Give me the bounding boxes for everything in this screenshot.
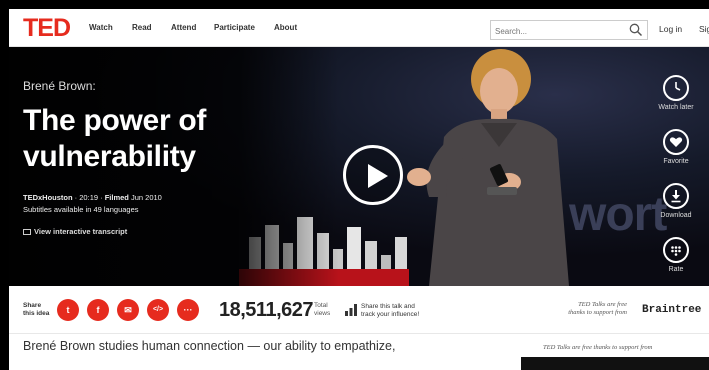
sponsor-box-dark-bar bbox=[521, 357, 709, 370]
search-input[interactable] bbox=[491, 22, 621, 41]
watch-later-button[interactable]: Watch later bbox=[649, 75, 703, 111]
event-name[interactable]: TEDxHouston bbox=[23, 193, 73, 202]
ted-logo[interactable]: TED bbox=[23, 16, 71, 41]
share-label-line2: this idea bbox=[23, 309, 50, 317]
more-share-button[interactable]: ··· bbox=[177, 299, 199, 321]
play-icon bbox=[368, 164, 388, 188]
views-label: Total views bbox=[314, 302, 330, 317]
nav-about[interactable]: About bbox=[274, 23, 297, 32]
transcript-icon bbox=[23, 229, 31, 235]
clock-icon bbox=[663, 75, 689, 101]
email-icon: ✉ bbox=[124, 305, 132, 315]
bar-chart-icon[interactable] bbox=[345, 304, 357, 316]
facebook-icon: f bbox=[96, 305, 100, 315]
search-box bbox=[490, 20, 648, 41]
share-label-line1: Share bbox=[23, 302, 42, 309]
top-nav: TED Watch Read Attend Participate About … bbox=[9, 9, 709, 47]
facebook-share-button[interactable]: f bbox=[87, 299, 109, 321]
login-link[interactable]: Log in bbox=[659, 24, 682, 34]
embed-share-button[interactable]: </> bbox=[147, 299, 169, 321]
more-icon: ··· bbox=[183, 305, 193, 315]
play-button[interactable] bbox=[343, 145, 403, 205]
talk-title: The power of vulnerability bbox=[23, 104, 207, 173]
subtitles-info[interactable]: Subtitles available in 49 languages bbox=[23, 205, 139, 214]
download-button[interactable]: Download bbox=[649, 183, 703, 219]
search-icon[interactable] bbox=[629, 23, 643, 37]
twitter-share-button[interactable]: t bbox=[57, 299, 79, 321]
watch-later-label: Watch later bbox=[658, 104, 694, 111]
duration: 20:19 bbox=[79, 193, 99, 202]
talk-description: Brené Brown studies human connection — o… bbox=[23, 339, 396, 353]
download-icon bbox=[663, 183, 689, 209]
rate-button[interactable]: Rate bbox=[649, 237, 703, 273]
share-bar: Share this idea t f ✉ </> ··· 18,511,627… bbox=[9, 286, 709, 334]
share-label: Share this idea bbox=[23, 302, 49, 317]
download-label: Download bbox=[660, 212, 692, 219]
talk-meta: TEDxHouston · 20:19 · Filmed Jun 2010 bbox=[23, 193, 162, 202]
sponsor-note: TED Talks are free thanks to support fro… bbox=[549, 301, 627, 317]
track-line1: Share this talk and bbox=[361, 303, 415, 310]
views-label-2: views bbox=[314, 309, 331, 317]
speaker-name: Brené Brown: bbox=[23, 79, 96, 93]
sponsor-logo[interactable]: Braintree bbox=[642, 304, 701, 316]
speaker-figure bbox=[407, 49, 569, 286]
favorite-label: Favorite bbox=[663, 158, 689, 165]
page-frame: TED Watch Read Attend Participate About … bbox=[9, 9, 709, 370]
filmed-date: Jun 2010 bbox=[130, 193, 162, 202]
favorite-button[interactable]: Favorite bbox=[649, 129, 703, 165]
rate-label: Rate bbox=[668, 266, 684, 273]
dots-grid-icon bbox=[663, 237, 689, 263]
transcript-label: View interactive transcript bbox=[34, 227, 128, 236]
nav-attend[interactable]: Attend bbox=[171, 23, 196, 32]
sponsor-line2: thanks to support from bbox=[568, 309, 627, 316]
email-share-button[interactable]: ✉ bbox=[117, 299, 139, 321]
view-count: 18,511,627 bbox=[219, 299, 314, 321]
heart-icon bbox=[663, 129, 689, 155]
sponsor-line1: TED Talks are free bbox=[578, 301, 627, 308]
embed-icon: </> bbox=[152, 306, 164, 313]
filmed-label: Filmed bbox=[104, 193, 129, 202]
track-influence-link[interactable]: Share this talk and track your influence… bbox=[361, 303, 419, 319]
nav-participate[interactable]: Participate bbox=[214, 23, 255, 32]
sponsor-box-text: TED Talks are free thanks to support fro… bbox=[543, 344, 653, 351]
video-hero[interactable]: wort Brené Brown: The power of vulnerabi… bbox=[9, 47, 709, 286]
views-label-1: Total bbox=[314, 302, 328, 309]
transcript-link[interactable]: View interactive transcript bbox=[23, 227, 127, 236]
track-line2: track your influence! bbox=[361, 311, 420, 318]
sponsor-box: TED Talks are free thanks to support fro… bbox=[521, 337, 709, 370]
twitter-icon: t bbox=[66, 305, 70, 315]
nav-read[interactable]: Read bbox=[132, 23, 152, 32]
signup-link[interactable]: Sig bbox=[699, 24, 709, 34]
nav-watch[interactable]: Watch bbox=[89, 23, 113, 32]
